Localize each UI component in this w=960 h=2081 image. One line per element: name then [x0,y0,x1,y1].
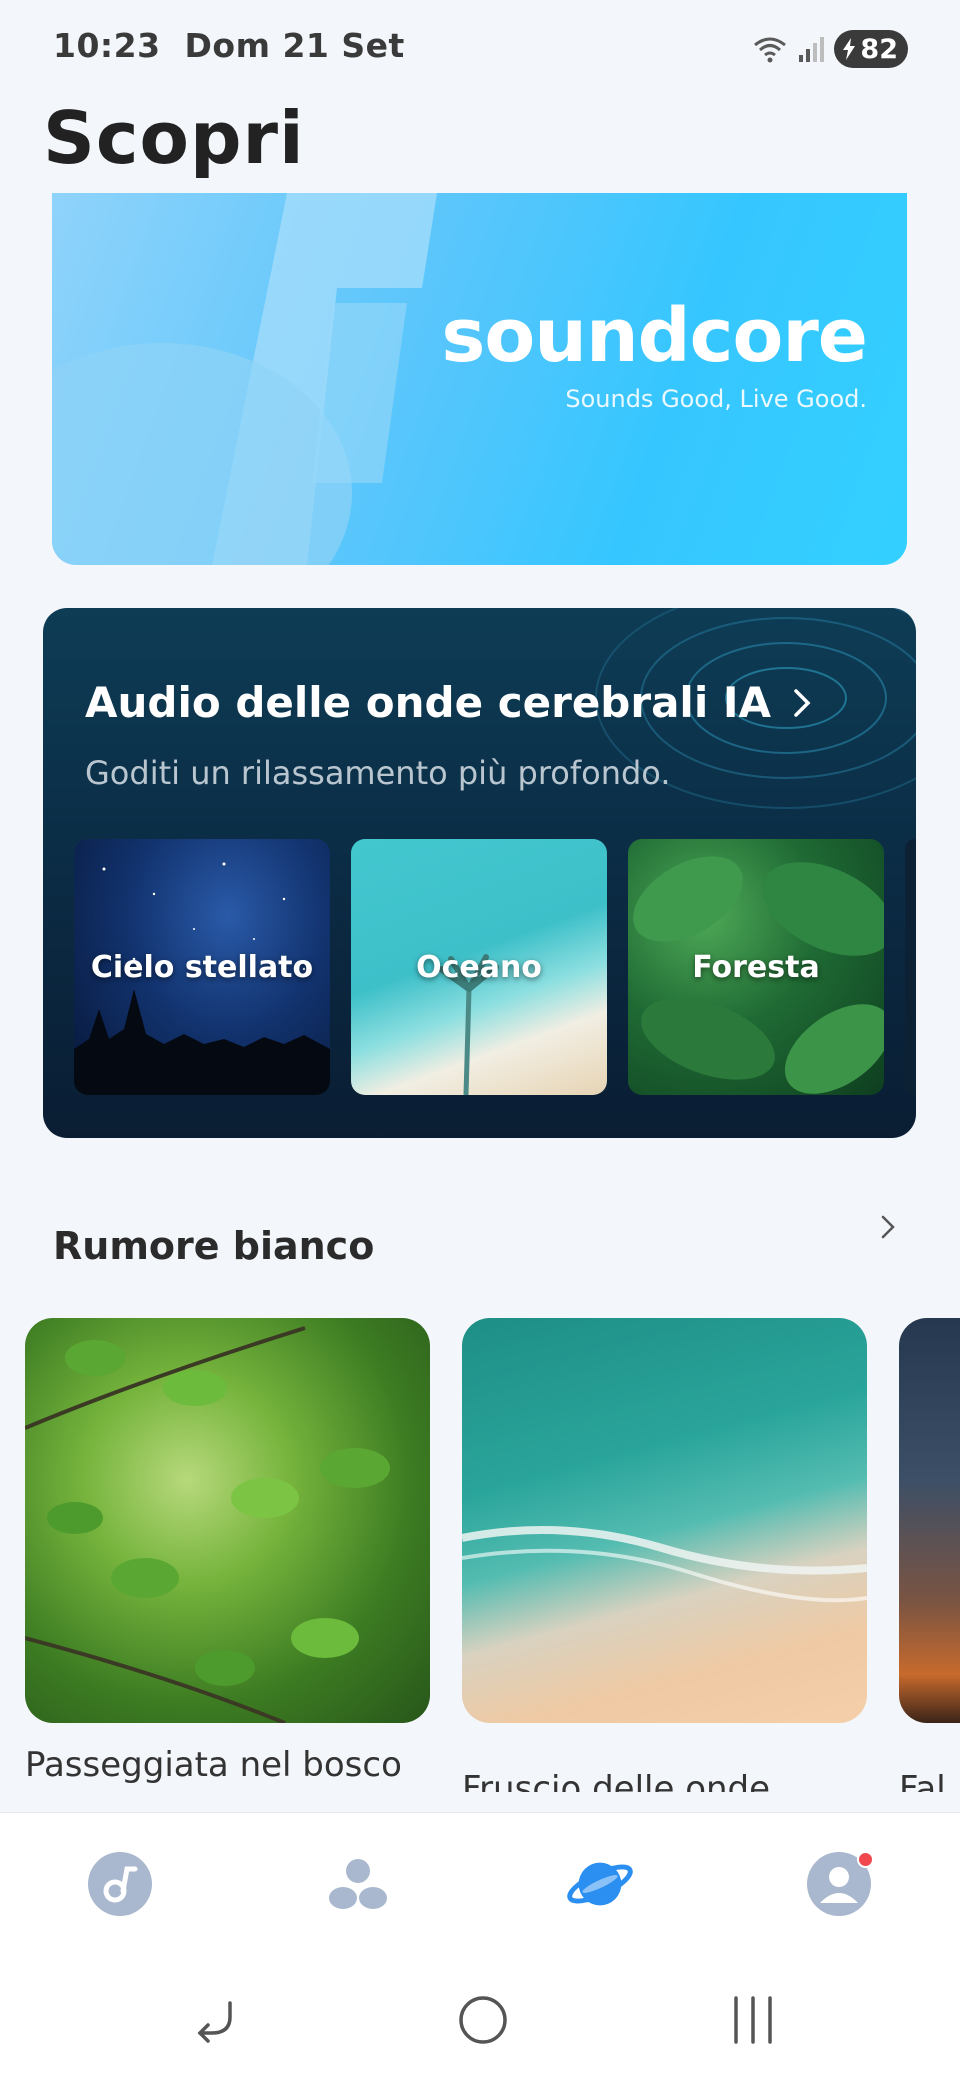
back-icon [197,2001,232,2043]
status-bar: 10:23 Dom 21 Set 82 [0,0,960,96]
ai-brainwave-card[interactable]: Audio delle onde cerebrali IA Goditi un … [43,608,916,1138]
banner-tagline: Sounds Good, Live Good. [565,385,867,413]
ai-subtitle: Goditi un rilassamento più profondo. [85,754,671,792]
planet-icon [567,1862,633,1906]
system-home-button[interactable] [448,1988,518,2052]
ai-tile-label: Oceano [416,949,542,985]
ai-tile-forest[interactable]: Foresta [628,839,884,1095]
music-note-icon [88,1852,152,1916]
noise-card-waves[interactable]: Fruscio delle onde [462,1318,867,1813]
noise-card-forest-walk[interactable]: Passeggiata nel bosco [25,1318,430,1801]
charging-icon [843,38,856,60]
nav-item-discover[interactable] [565,1849,635,1919]
time-text: 10:23 [53,26,161,65]
date-text: Dom 21 Set [184,26,405,65]
nav-item-community[interactable] [323,1849,393,1919]
nav-item-profile[interactable] [804,1849,874,1919]
nav-item-music[interactable] [85,1849,155,1919]
ai-title: Audio delle onde cerebrali IA [85,678,771,727]
home-icon [459,1996,507,2044]
status-time: 10:23 Dom 21 Set [53,26,405,65]
noise-image [25,1318,430,1723]
white-noise-more-button[interactable] [880,1214,896,1244]
battery-level: 82 [860,33,898,65]
ai-tile-starry-sky[interactable]: Cielo stellato [74,839,330,1095]
wave-decoration [595,608,916,809]
ai-tile-ocean[interactable]: Oceano [351,839,607,1095]
soundcore-logo: soundcore [441,293,868,379]
wifi-icon [754,37,787,63]
system-back-button[interactable] [180,1988,250,2052]
content-fade [0,1792,960,1812]
ai-tile-label: Foresta [692,949,820,985]
ai-title-row[interactable]: Audio delle onde cerebrali IA [85,678,811,727]
soundcore-banner[interactable]: soundcore Sounds Good, Live Good. [52,193,907,565]
page-title: Scopri [43,96,305,180]
chevron-right-icon [881,1215,895,1239]
noise-card-partial[interactable]: Fal [899,1318,960,1813]
system-recents-button[interactable] [718,1988,788,2052]
community-icon [329,1859,387,1909]
white-noise-title: Rumore bianco [53,1224,375,1268]
status-icons: 82 [752,30,908,68]
noise-image [462,1318,867,1723]
noise-image [899,1318,960,1723]
chevron-right-icon [794,688,811,717]
leaves-image [25,1326,390,1723]
system-nav [0,1958,960,2081]
battery-indicator: 82 [834,30,908,68]
ai-tiles-row: Cielo stellato Oceano Foresta [74,839,916,1095]
bottom-nav [0,1812,960,1958]
recents-icon [734,1996,772,2044]
waves-image [462,1526,867,1603]
ai-tile-label: Cielo stellato [90,949,314,985]
signal-icon [799,37,825,62]
music-note-graphic [52,193,437,565]
notification-dot [857,1851,874,1868]
ai-tile-partial[interactable] [905,839,916,1095]
